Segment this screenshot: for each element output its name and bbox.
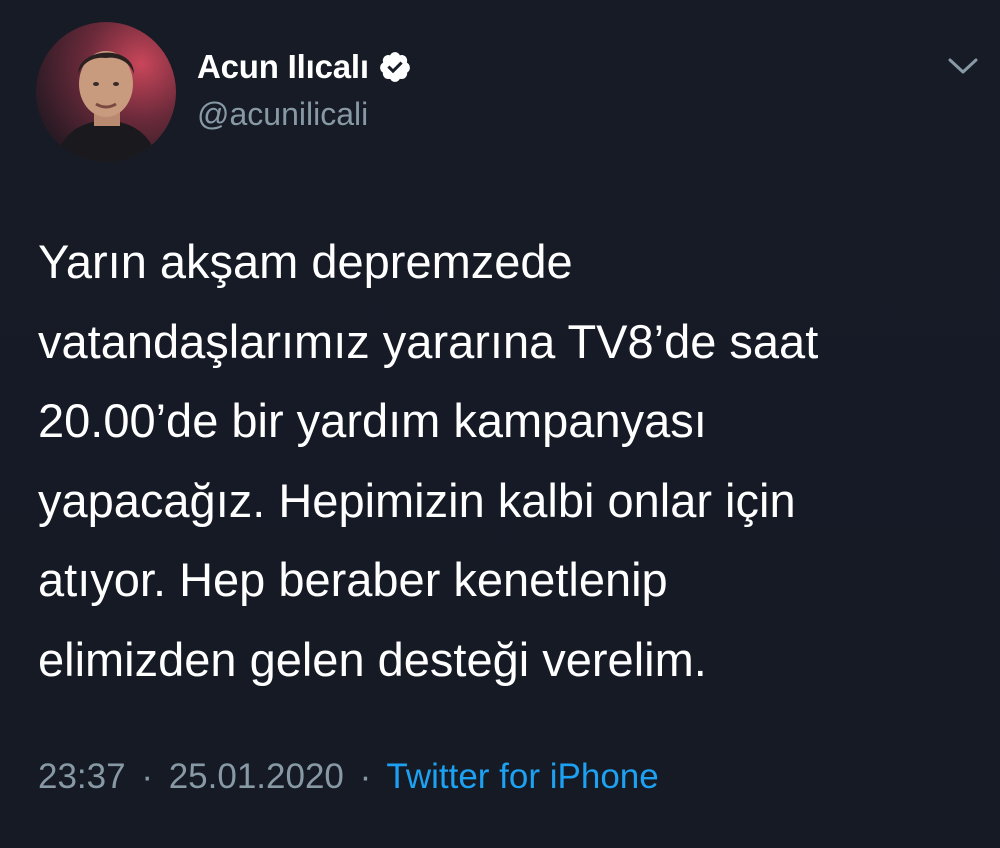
author-handle[interactable]: @acunilicali bbox=[197, 96, 368, 133]
meta-separator: · bbox=[359, 757, 372, 796]
tweet-date[interactable]: 25.01.2020 bbox=[169, 757, 344, 796]
tweet-meta: 23:37 · 25.01.2020 · Twitter for iPhone bbox=[38, 757, 659, 797]
author-display-name[interactable]: Acun Ilıcalı bbox=[197, 48, 369, 86]
verified-badge-icon bbox=[378, 50, 412, 84]
profile-photo bbox=[36, 22, 176, 162]
tweet-card: Acun Ilıcalı @acunilicali Yarın akşam de… bbox=[0, 0, 1000, 848]
avatar[interactable] bbox=[36, 22, 176, 162]
tweet-time[interactable]: 23:37 bbox=[38, 757, 126, 796]
tweet-text: Yarın akşam depremzede vatandaşlarımız y… bbox=[38, 235, 819, 686]
tweet-source-link[interactable]: Twitter for iPhone bbox=[386, 757, 658, 796]
meta-separator: · bbox=[141, 757, 153, 796]
chevron-down-icon[interactable] bbox=[946, 54, 980, 78]
author-name-row: Acun Ilıcalı bbox=[197, 44, 412, 90]
